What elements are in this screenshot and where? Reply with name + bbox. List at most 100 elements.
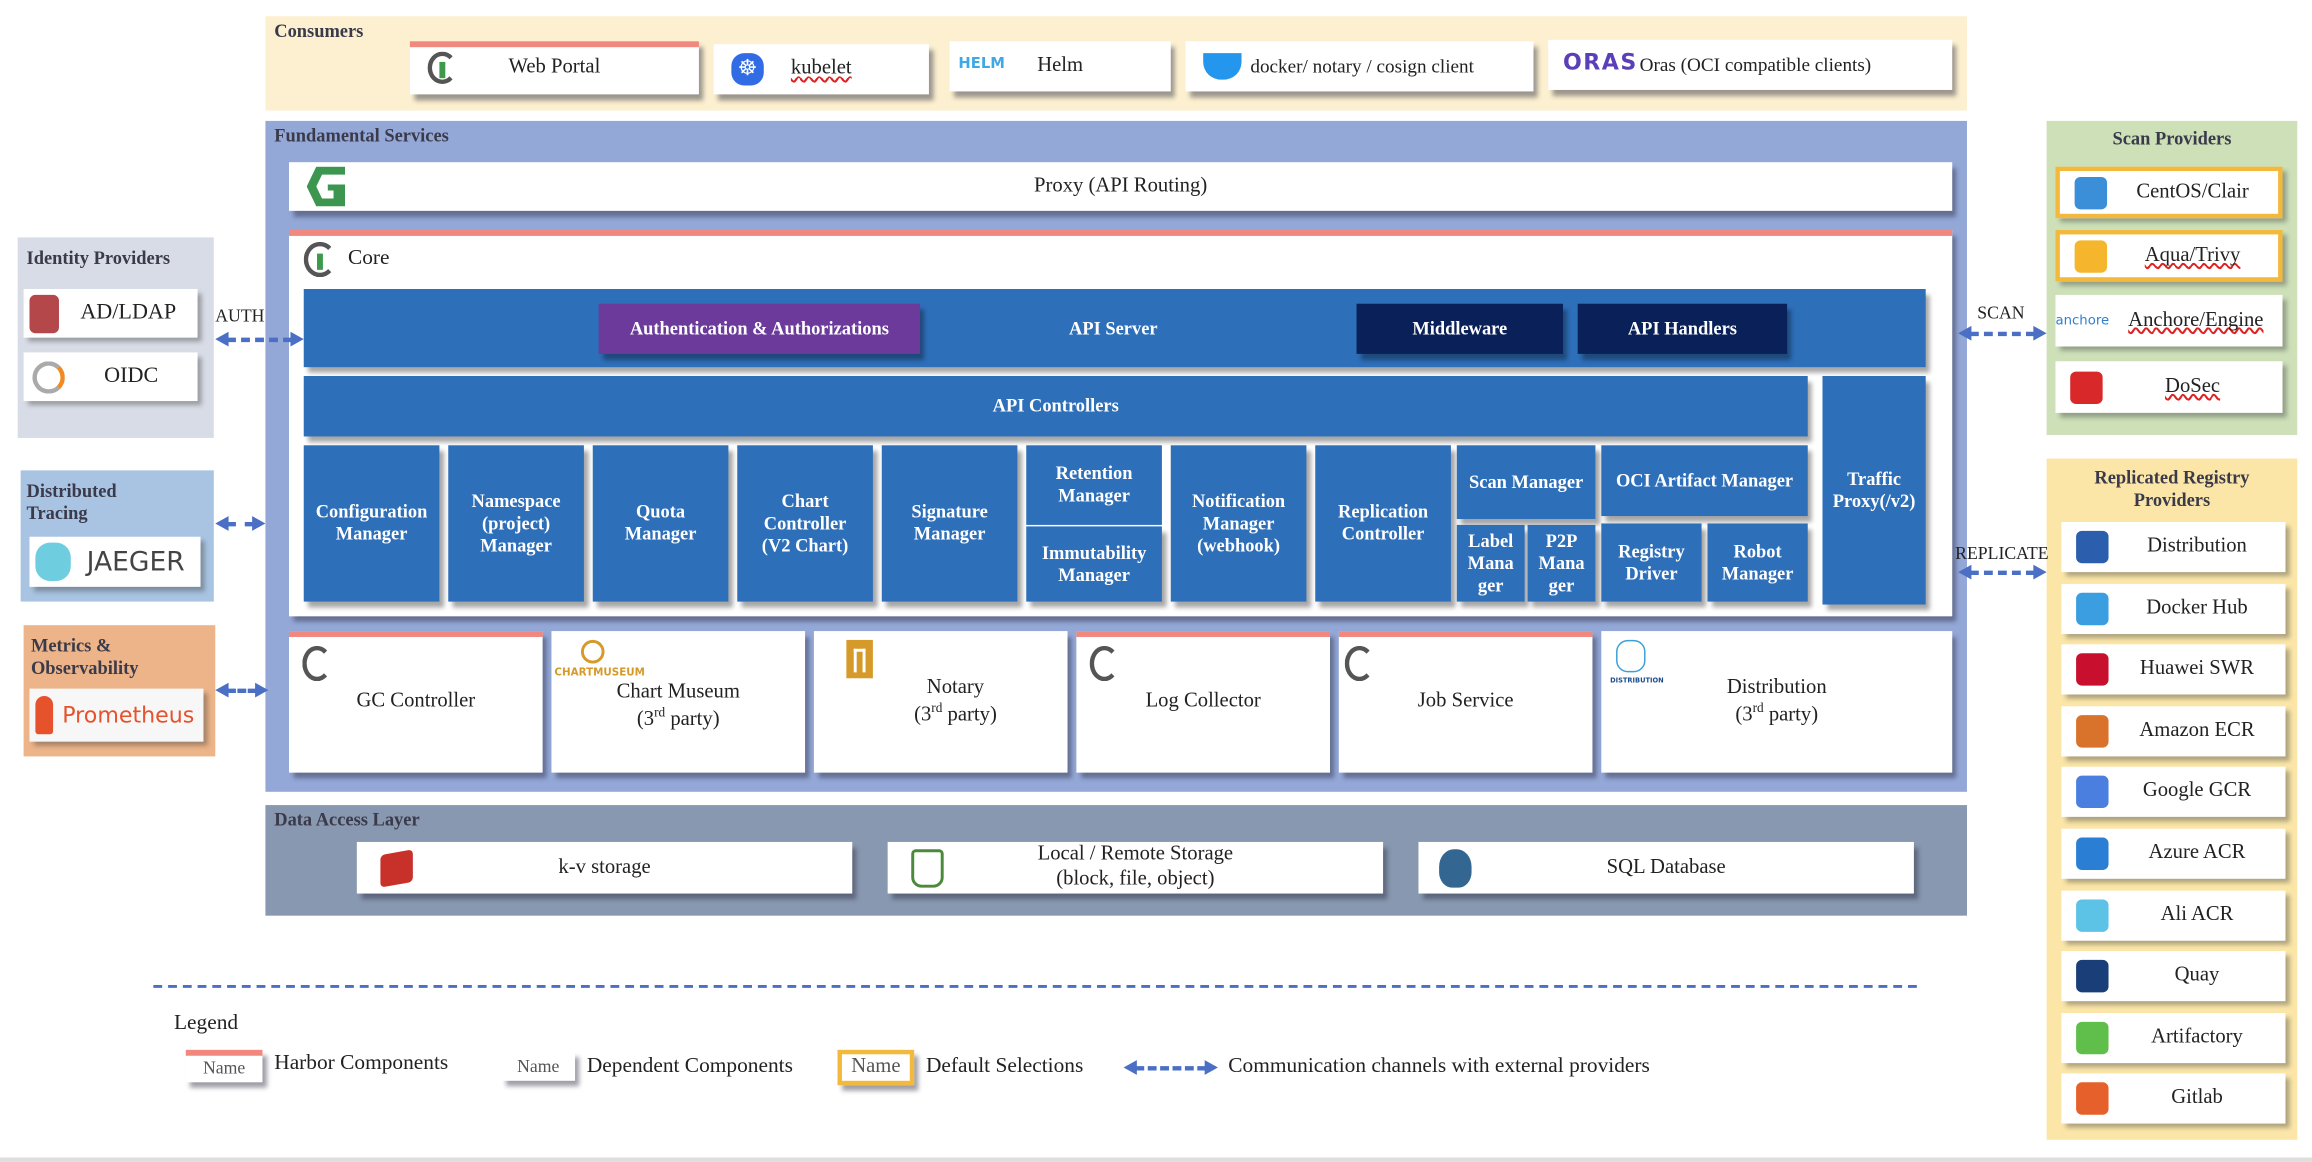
dosec-icon — [2070, 370, 2103, 404]
amazon-ecr-icon — [2076, 714, 2109, 748]
chart-controller: Chart Controller (V2 Chart) — [737, 445, 873, 602]
legend-dependent-sample: Name — [501, 1051, 576, 1081]
api-server-label: API Server — [1069, 318, 1158, 340]
consumer-oras: ORAS Oras (OCI compatible clients) — [1548, 39, 1953, 90]
scan-provider-aqua-trivy: Aqua/Trivy — [2055, 230, 2283, 282]
registry-provider-azure-acr: Azure ACR — [2061, 828, 2286, 879]
auth-arrow — [215, 331, 304, 347]
consumer-helm: HELM Helm — [949, 41, 1171, 92]
scan-provider-anchore-engine: anchore Anchore/Engine — [2055, 294, 2283, 347]
consumer-label: docker/ notary / cosign client — [1250, 54, 1474, 77]
component-sublabel: (3rd party) — [636, 704, 720, 731]
consumer-label: Oras (OCI compatible clients) — [1639, 53, 1872, 76]
consumer-label: Helm — [1037, 54, 1084, 77]
tracing-jaeger: JAEGER — [29, 536, 201, 587]
registry-provider-distribution: Distribution — [2061, 521, 2286, 573]
consumer-kubelet: ☸ kubelet — [713, 44, 929, 95]
huawei-swr-icon — [2076, 653, 2109, 686]
registry-provider-amazon-ecr: Amazon ECR — [2061, 705, 2286, 757]
bottom-border — [0, 1157, 2312, 1162]
registry-provider-huawei-swr: Huawei SWR — [2061, 644, 2286, 695]
docker-whale-icon — [1203, 53, 1242, 80]
registry-provider-docker-hub: Docker Hub — [2061, 583, 2286, 634]
gitlab-icon — [2076, 1082, 2109, 1116]
harbor-lighthouse-icon — [1089, 645, 1120, 682]
nginx-icon — [306, 166, 346, 207]
chart-museum: CHARTMUSEUM Chart Museum (3rd party) — [551, 631, 806, 773]
label-manager: Label Mana ger — [1456, 524, 1525, 602]
metrics-prometheus: Prometheus — [29, 688, 204, 742]
notary: Notary (3rd party) — [813, 631, 1068, 773]
component-label: Log Collector — [1145, 690, 1261, 713]
harbor-lighthouse-icon — [303, 241, 337, 278]
replicate-arrow-label: REPLICATE — [1955, 542, 2049, 564]
namespace-manager: Namespace (project) Manager — [448, 445, 584, 602]
jaeger-gopher-icon — [35, 542, 71, 581]
distribution-icon — [2076, 530, 2109, 564]
registry-driver: Registry Driver — [1601, 523, 1702, 602]
artifactory-icon — [2076, 1021, 2109, 1054]
notary-icon — [846, 639, 873, 679]
metrics-title: Metrics & Observability — [30, 635, 139, 679]
legend-channel-arrow — [1123, 1060, 1218, 1075]
quay-icon — [2076, 960, 2109, 993]
component-label: GC Controller — [356, 690, 476, 713]
kv-storage-label: k-v storage — [558, 855, 651, 879]
component-label: Job Service — [1417, 690, 1514, 713]
sql-database-label: SQL Database — [1606, 855, 1726, 879]
kv-storage: k-v storage — [356, 841, 853, 894]
harbor-lighthouse-icon — [302, 645, 332, 682]
middleware-box: Middleware — [1356, 303, 1563, 354]
legend-title: Legend — [173, 1011, 239, 1036]
metrics-arrow — [215, 682, 269, 698]
legend-default-label: Default Selections — [925, 1054, 1084, 1078]
anchore-icon: anchore — [2055, 313, 2110, 329]
core-title: Core — [347, 246, 390, 270]
job-service: Job Service — [1338, 631, 1593, 773]
ldap-lock-icon — [29, 294, 59, 333]
tracing-arrow — [215, 516, 266, 531]
api-handlers-box: API Handlers — [1577, 303, 1788, 354]
robot-manager: Robot Manager — [1707, 523, 1808, 602]
identity-providers-title: Identity Providers — [26, 247, 171, 269]
legend-dependent-label: Dependent Components — [586, 1054, 793, 1078]
consumer-label: kubelet — [790, 57, 852, 80]
consumer-web-portal: Web Portal — [409, 41, 699, 95]
signature-manager: Signature Manager — [881, 445, 1018, 602]
oras-logo: ORAS — [1562, 48, 1638, 76]
remote-storage-label: Local / Remote Storage (block, file, obj… — [1037, 844, 1234, 890]
distribution-logo: DISTRIBUTION — [1610, 678, 1664, 686]
component-label: Notary — [926, 676, 985, 699]
data-access-title: Data Access Layer — [274, 809, 420, 831]
prometheus-torch-icon — [35, 695, 54, 735]
registry-provider-artifactory: Artifactory — [2061, 1012, 2286, 1063]
harbor-lighthouse-icon — [1344, 645, 1375, 682]
scan-providers-title: Scan Providers — [2112, 128, 2232, 149]
configuration-manager: Configuration Manager — [303, 445, 440, 602]
postgresql-icon — [1439, 849, 1472, 888]
docker-hub-icon — [2076, 592, 2109, 625]
proxy-label: Proxy (API Routing) — [1034, 174, 1208, 197]
aqua-icon — [2074, 239, 2108, 273]
scan-arrow-label: SCAN — [1977, 302, 2025, 323]
replicated-providers-title: Replicated Registry Providers — [2094, 467, 2250, 511]
legend-channel-label: Communication channels with external pro… — [1228, 1054, 1650, 1078]
identity-oidc: OIDC — [23, 352, 198, 402]
consumers-title: Consumers — [274, 20, 364, 42]
immutability-manager: Immutability Manager — [1026, 526, 1162, 602]
registry-provider-gitlab: Gitlab — [2061, 1074, 2286, 1125]
storage-bucket-icon — [911, 849, 944, 888]
distribution: DISTRIBUTION Distribution (3rd party) — [1601, 631, 1953, 773]
component-sublabel: (3rd party) — [914, 699, 997, 726]
registry-provider-quay: Quay — [2061, 951, 2286, 1002]
kubernetes-icon: ☸ — [731, 53, 764, 86]
scan-manager: Scan Manager — [1456, 445, 1596, 520]
fundamental-services-title: Fundamental Services — [274, 125, 449, 146]
distribution-icon — [1616, 639, 1646, 673]
legend-default-sample: Name — [837, 1049, 915, 1086]
harbor-lighthouse-icon — [427, 51, 458, 85]
component-sublabel: (3rd party) — [1735, 699, 1819, 726]
retention-manager: Retention Manager — [1026, 445, 1162, 525]
notification-manager: Notification Manager (webhook) — [1170, 445, 1307, 602]
component-label: Distribution — [1726, 676, 1827, 699]
